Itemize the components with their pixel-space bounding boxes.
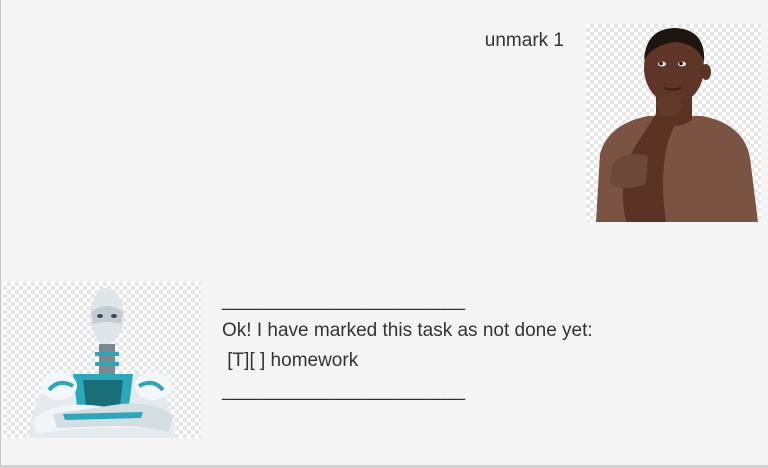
chat-window: unmark 1 _______________________ Ok! I h… — [0, 0, 768, 468]
user-avatar-image — [586, 24, 761, 222]
dialog-list[interactable]: unmark 1 _______________________ Ok! I h… — [1, 0, 768, 468]
bot-message-divider-top: _______________________ — [222, 290, 466, 311]
user-dialog-box: unmark 1 — [1, 24, 768, 224]
user-message-text: unmark 1 — [484, 30, 564, 51]
bot-message-task: [T][ ] homework — [222, 350, 359, 371]
person-thinking-icon — [596, 28, 758, 222]
bot-message-divider-bottom: _______________________ — [222, 380, 466, 401]
bot-avatar-image — [3, 282, 201, 438]
bot-dialog-box: _______________________ Ok! I have marke… — [1, 280, 768, 440]
bot-message-text: _______________________ Ok! I have marke… — [222, 286, 593, 406]
robot-icon — [29, 288, 175, 438]
bot-message-line: Ok! I have marked this task as not done … — [222, 320, 593, 341]
